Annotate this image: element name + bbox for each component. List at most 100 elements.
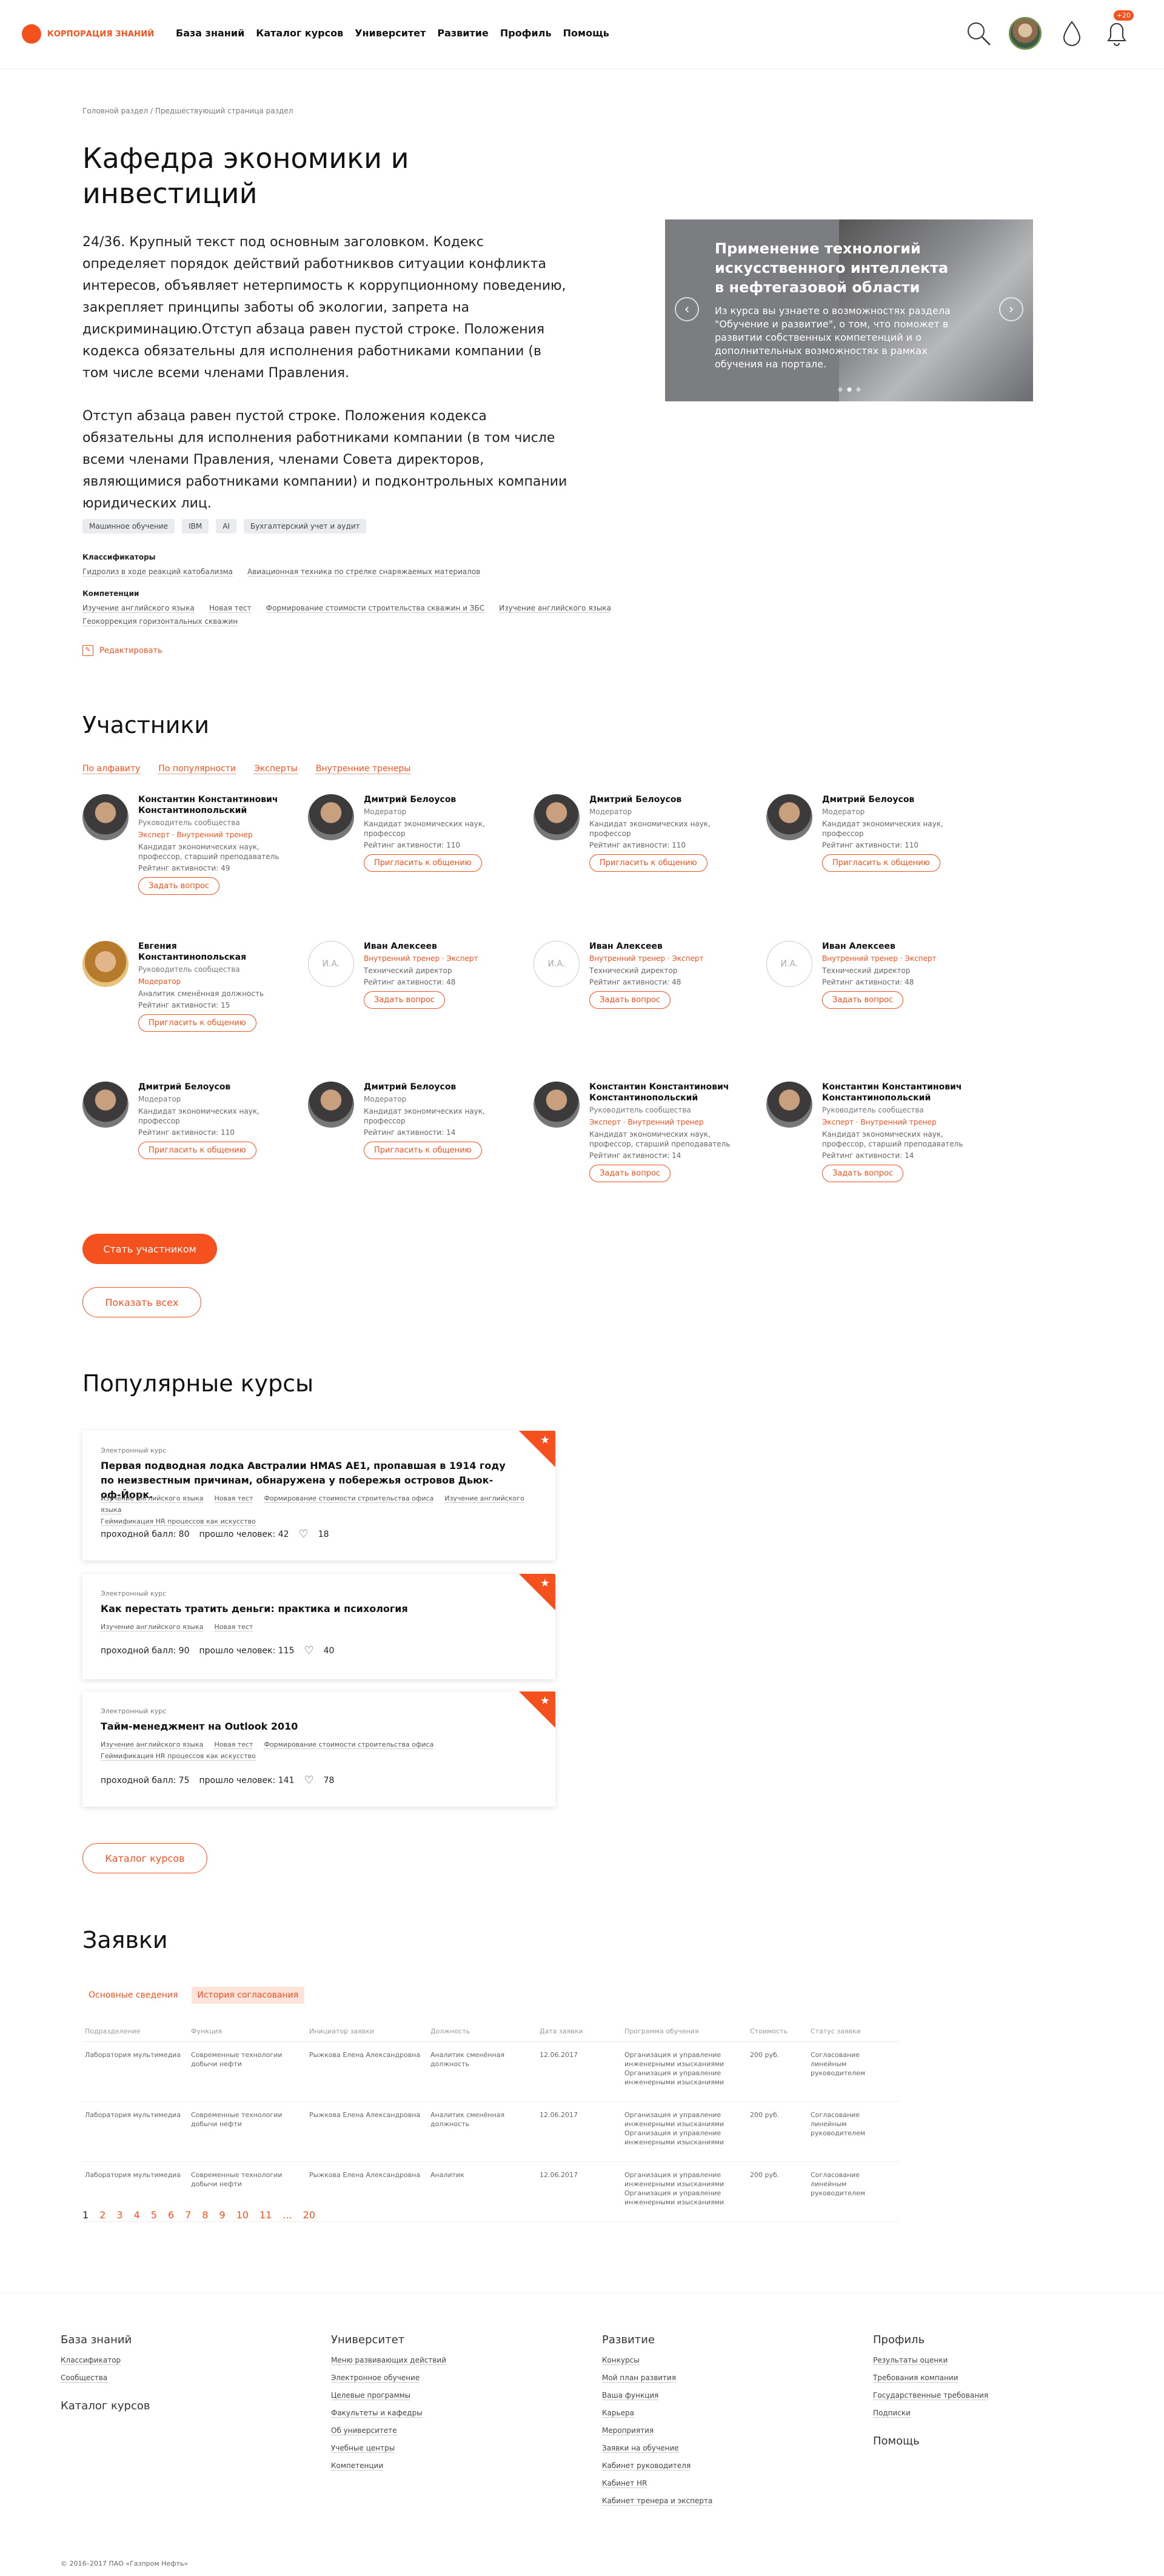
participant-avatar[interactable] — [308, 794, 354, 840]
page-link[interactable]: 7 — [185, 2209, 191, 2221]
carousel-dot[interactable] — [856, 387, 860, 392]
participant-avatar[interactable] — [766, 794, 812, 840]
footer-link[interactable]: Кабинет руководителя — [602, 2461, 691, 2471]
tab-main-info[interactable]: Основные сведения — [82, 1987, 184, 2004]
drop-icon[interactable] — [1057, 19, 1086, 48]
footer-link[interactable]: Заявки на обучение — [602, 2444, 679, 2453]
course-tag[interactable]: Новая тест — [214, 1623, 253, 1631]
join-button[interactable]: Стать участником — [82, 1234, 217, 1264]
show-all-button[interactable]: Показать всех — [82, 1287, 201, 1317]
course-card[interactable]: ★ Электронный курс Как перестать тратить… — [82, 1574, 555, 1679]
participant-avatar[interactable] — [308, 1082, 354, 1128]
participant-name[interactable]: Дмитрий Белоусов — [589, 794, 734, 805]
page-link[interactable]: 11 — [259, 2209, 272, 2221]
participant-name[interactable]: Константин Константинович Константинопол… — [589, 1082, 734, 1103]
course-card[interactable]: ★ Электронный курс Первая подводная лодк… — [82, 1431, 555, 1561]
col-header[interactable]: Дата заявки — [537, 2027, 622, 2042]
competency-link[interactable]: Формирование стоимости строительства скв… — [266, 604, 485, 613]
participant-avatar[interactable]: И.А. — [766, 941, 812, 987]
classifier-link[interactable]: Гидролиз в ходе реакций катобализма — [82, 567, 233, 577]
nav-item-development[interactable]: Развитие — [437, 27, 489, 39]
tag[interactable]: IBM — [182, 519, 209, 534]
footer-heading[interactable]: Каталог курсов — [61, 2400, 150, 2412]
heart-icon[interactable]: ♡ — [304, 1644, 314, 1657]
classifier-link[interactable]: Авиационная техника по стрелке снаряжаем… — [247, 567, 481, 577]
participant-name[interactable]: Константин Константинович Константинопол… — [822, 1082, 966, 1103]
course-card[interactable]: ★ Электронный курс Тайм-менеджмент на Ou… — [82, 1691, 555, 1807]
edit-link[interactable]: ✎ Редактировать — [82, 645, 162, 656]
participant-name[interactable]: Иван Алексеев — [364, 941, 508, 952]
footer-link[interactable]: Карьера — [602, 2409, 634, 2418]
footer-link[interactable]: Компетенции — [331, 2461, 384, 2471]
ask-question-button[interactable]: Задать вопрос — [822, 1165, 904, 1182]
tag[interactable]: AI — [216, 519, 236, 534]
carousel-dot-active[interactable] — [847, 387, 851, 392]
page-link[interactable]: 5 — [151, 2209, 157, 2221]
filter-alphabet[interactable]: По алфавиту — [82, 764, 141, 774]
search-icon[interactable] — [964, 19, 993, 48]
nav-item-catalog[interactable]: Каталог курсов — [256, 27, 343, 39]
ask-question-button[interactable]: Задать вопрос — [589, 991, 671, 1009]
page-link[interactable]: 3 — [116, 2209, 122, 2221]
invite-button[interactable]: Пригласить к общению — [138, 1014, 256, 1032]
carousel-dot[interactable] — [838, 387, 842, 392]
col-header[interactable]: Программа обучения — [622, 2027, 748, 2042]
carousel-next-icon[interactable]: › — [999, 297, 1023, 321]
footer-link[interactable]: Кабинет тренера и эксперта — [602, 2497, 713, 2506]
footer-link[interactable]: Конкурсы — [602, 2356, 640, 2365]
participant-avatar[interactable] — [82, 1082, 129, 1128]
bell-icon[interactable]: +20 — [1102, 10, 1134, 48]
participant-avatar[interactable]: И.А. — [534, 941, 580, 987]
participant-name[interactable]: Дмитрий Белоусов — [822, 794, 966, 805]
ask-question-button[interactable]: Задать вопрос — [822, 991, 904, 1009]
course-tag[interactable]: Изучение английского языка — [101, 1741, 204, 1749]
course-tag[interactable]: Новая тест — [214, 1494, 253, 1503]
footer-link[interactable]: Целевые программы — [331, 2391, 411, 2400]
page-link[interactable]: 20 — [303, 2209, 315, 2221]
breadcrumb[interactable]: Головной раздел / Предшествующий страниц… — [82, 107, 293, 115]
page-link[interactable]: 1 — [82, 2209, 89, 2221]
page-link[interactable]: 9 — [219, 2209, 226, 2221]
col-header[interactable]: Функция — [189, 2027, 307, 2042]
participant-name[interactable]: Дмитрий Белоусов — [364, 794, 508, 805]
filter-trainers[interactable]: Внутренние тренеры — [315, 764, 411, 774]
page-link[interactable]: 6 — [168, 2209, 174, 2221]
participant-avatar[interactable] — [534, 1082, 580, 1128]
col-header[interactable]: Статус заявки — [808, 2027, 899, 2042]
nav-item-profile[interactable]: Профиль — [500, 27, 552, 39]
participant-avatar[interactable]: И.А. — [308, 941, 354, 987]
footer-link[interactable]: Требования компании — [873, 2374, 958, 2383]
nav-item-knowledge[interactable]: База знаний — [176, 27, 244, 39]
filter-experts[interactable]: Эксперты — [254, 764, 298, 774]
course-tag[interactable]: Изучение английского языка — [101, 1494, 204, 1503]
catalog-button[interactable]: Каталог курсов — [82, 1843, 207, 1873]
page-link[interactable]: 10 — [236, 2209, 249, 2221]
competency-link[interactable]: Новая тест — [209, 604, 252, 613]
participant-avatar[interactable] — [82, 794, 129, 840]
participant-name[interactable]: Евгения Константинопольская — [138, 941, 283, 963]
nav-item-help[interactable]: Помощь — [563, 27, 609, 39]
footer-link[interactable]: Факультеты и кафедры — [331, 2409, 423, 2418]
course-tag[interactable]: Формирование стоимости строительства офи… — [264, 1741, 434, 1749]
competency-link[interactable]: Изучение английского языка — [499, 604, 611, 613]
course-tag[interactable]: Изучение английского языка — [101, 1623, 204, 1631]
participant-name[interactable]: Иван Алексеев — [822, 941, 966, 952]
footer-heading[interactable]: Развитие — [602, 2333, 712, 2346]
page-link[interactable]: ... — [283, 2209, 292, 2221]
page-link[interactable]: 4 — [134, 2209, 140, 2221]
col-header[interactable]: Стоимость — [748, 2027, 808, 2042]
col-header[interactable]: Инициатор заявки — [307, 2027, 428, 2042]
nav-item-university[interactable]: Университет — [355, 27, 426, 39]
competency-link[interactable]: Геокоррекция горизонтальных скважин — [82, 617, 238, 626]
hero-carousel[interactable]: ‹ › Применение технологий искусственного… — [665, 219, 1033, 401]
table-row[interactable]: Лаборатория мультимедиа Современные техно… — [82, 2101, 899, 2162]
course-tag[interactable]: Геймификация HR процессов как искусство — [101, 1517, 256, 1526]
invite-button[interactable]: Пригласить к общению — [822, 854, 940, 872]
competency-link[interactable]: Изучение английского языка — [82, 604, 195, 613]
footer-link[interactable]: Сообщества — [61, 2374, 108, 2383]
col-header[interactable]: Должность — [428, 2027, 537, 2042]
table-row[interactable]: Лаборатория мультимедиа Современные техно… — [82, 2041, 899, 2102]
footer-link[interactable]: Кабинет HR — [602, 2479, 647, 2488]
ask-question-button[interactable]: Задать вопрос — [364, 991, 446, 1009]
user-avatar[interactable] — [1009, 17, 1042, 50]
